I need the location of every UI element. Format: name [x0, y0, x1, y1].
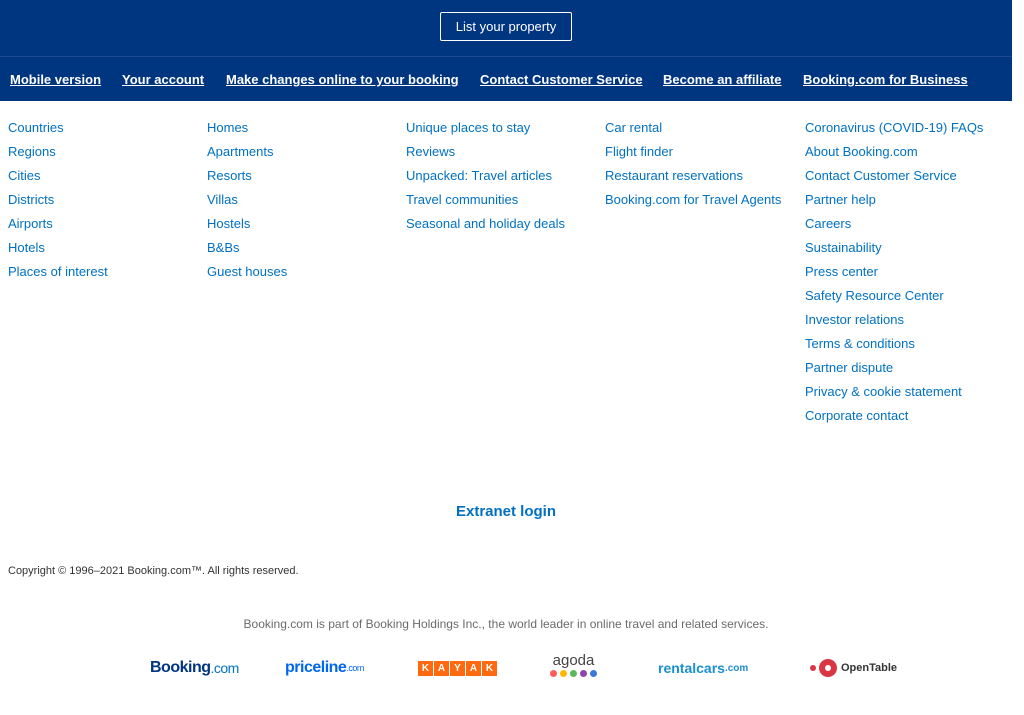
footer-link[interactable]: Contact Customer Service	[805, 164, 983, 188]
footer-link[interactable]: Districts	[8, 188, 108, 212]
copyright-text: Copyright © 1996–2021 Booking.com™. All …	[8, 565, 299, 577]
footer-link[interactable]: Unpacked: Travel articles	[406, 164, 565, 188]
footer-link[interactable]: Car rental	[605, 116, 781, 140]
footer-column-property-types: Homes Apartments Resorts Villas Hostels …	[207, 116, 287, 284]
footer-link[interactable]: B&Bs	[207, 236, 287, 260]
footer-link[interactable]: Cities	[8, 164, 108, 188]
kayak-logo[interactable]: KAYAK	[418, 660, 498, 676]
footer-link[interactable]: Careers	[805, 212, 983, 236]
priceline-logo-name: priceline	[285, 659, 347, 676]
agoda-logo-name: agoda	[552, 652, 595, 669]
footer-link[interactable]: Privacy & cookie statement	[805, 380, 983, 404]
extranet-section: Extranet login	[0, 503, 1012, 521]
footer-link[interactable]: Safety Resource Center	[805, 284, 983, 308]
footer-link[interactable]: Homes	[207, 116, 287, 140]
nav-mobile-version-link[interactable]: Mobile version	[10, 72, 101, 87]
footer-link[interactable]: Coronavirus (COVID-19) FAQs	[805, 116, 983, 140]
footer-link[interactable]: Booking.com for Travel Agents	[605, 188, 781, 212]
opentable-logo-name: OpenTable	[841, 662, 898, 674]
rentalcars-logo-name: rentalcars	[658, 660, 725, 676]
footer-link[interactable]: Apartments	[207, 140, 287, 164]
opentable-logo[interactable]: OpenTable	[810, 656, 897, 680]
footer-link[interactable]: Unique places to stay	[406, 116, 565, 140]
footer-link[interactable]: Flight finder	[605, 140, 781, 164]
agoda-dot	[580, 670, 587, 677]
nav-your-account-link[interactable]: Your account	[122, 72, 204, 87]
opentable-dot-icon	[810, 665, 816, 671]
rentalcars-logo-suffix: .com	[724, 662, 749, 674]
list-your-property-button[interactable]: List your property	[440, 12, 572, 41]
kayak-letter: K	[482, 660, 497, 676]
footer-link[interactable]: Seasonal and holiday deals	[406, 212, 565, 236]
footer-link[interactable]: Reviews	[406, 140, 565, 164]
booking-logo[interactable]: Booking .com	[150, 656, 239, 680]
footer-link[interactable]: Airports	[8, 212, 108, 236]
priceline-logo[interactable]: priceline .com	[285, 656, 364, 680]
footer-link[interactable]: Sustainability	[805, 236, 983, 260]
footer-link[interactable]: Regions	[8, 140, 108, 164]
footer-nav-bar: Mobile version Your account Make changes…	[0, 57, 1012, 101]
footer-link[interactable]: Places of interest	[8, 260, 108, 284]
footer-link[interactable]: Terms & conditions	[805, 332, 983, 356]
nav-become-affiliate-link[interactable]: Become an affiliate	[663, 72, 782, 87]
kayak-letter: A	[434, 660, 449, 676]
priceline-logo-suffix: .com	[346, 663, 364, 673]
footer-link[interactable]: Countries	[8, 116, 108, 140]
footer-link[interactable]: Villas	[207, 188, 287, 212]
footer-link[interactable]: Partner help	[805, 188, 983, 212]
rentalcars-logo[interactable]: rentalcars .com	[658, 656, 748, 680]
booking-logo-name: Booking	[150, 659, 211, 676]
kayak-letter: K	[418, 660, 433, 676]
footer-link[interactable]: Hostels	[207, 212, 287, 236]
nav-manage-booking-link[interactable]: Make changes online to your booking	[226, 72, 459, 87]
agoda-dots	[550, 670, 597, 677]
nav-booking-for-business-link[interactable]: Booking.com for Business	[803, 72, 968, 87]
footer-link[interactable]: Investor relations	[805, 308, 983, 332]
footer-link[interactable]: Partner dispute	[805, 356, 983, 380]
footer-link[interactable]: Corporate contact	[805, 404, 983, 428]
footer-link[interactable]: Guest houses	[207, 260, 287, 284]
kayak-letter: A	[466, 660, 481, 676]
footer-link[interactable]: About Booking.com	[805, 140, 983, 164]
agoda-dot	[550, 670, 557, 677]
booking-logo-suffix: .com	[210, 660, 240, 676]
footer-link[interactable]: Hotels	[8, 236, 108, 260]
footer-link[interactable]: Resorts	[207, 164, 287, 188]
footer-link[interactable]: Travel communities	[406, 188, 565, 212]
opentable-ring-icon	[819, 659, 837, 677]
extranet-login-link[interactable]: Extranet login	[456, 503, 556, 520]
kayak-letter: Y	[450, 660, 465, 676]
footer-column-destinations: Countries Regions Cities Districts Airpo…	[8, 116, 108, 284]
footer-link[interactable]: Press center	[805, 260, 983, 284]
footer-column-services: Car rental Flight finder Restaurant rese…	[605, 116, 781, 212]
agoda-dot	[560, 670, 567, 677]
agoda-logo[interactable]: agoda	[550, 653, 597, 683]
footer-column-discover: Unique places to stay Reviews Unpacked: …	[406, 116, 565, 236]
agoda-dot	[590, 670, 597, 677]
holdings-text: Booking.com is part of Booking Holdings …	[243, 617, 769, 631]
footer-column-company: Coronavirus (COVID-19) FAQs About Bookin…	[805, 116, 983, 428]
nav-contact-customer-service-link[interactable]: Contact Customer Service	[480, 72, 643, 87]
top-banner: List your property	[0, 0, 1012, 56]
agoda-dot	[570, 670, 577, 677]
footer-link[interactable]: Restaurant reservations	[605, 164, 781, 188]
